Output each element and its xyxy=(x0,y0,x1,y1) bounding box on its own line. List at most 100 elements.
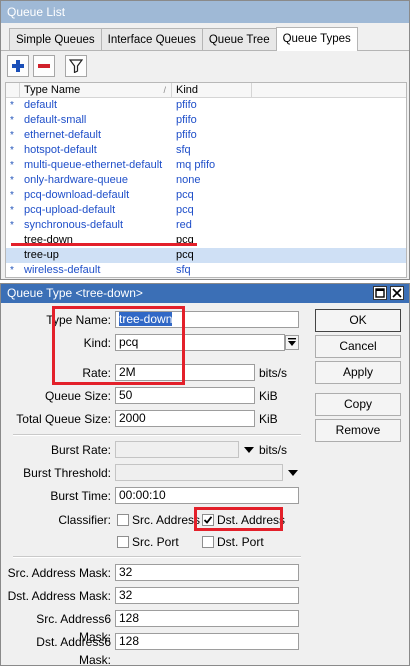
close-button[interactable] xyxy=(390,286,404,300)
table-row[interactable]: * only-hardware-queue none xyxy=(6,173,406,188)
column-header-label: Type Name xyxy=(24,84,81,96)
kind-cell: pcq xyxy=(176,189,194,201)
dst-port-label: Dst. Port xyxy=(217,535,264,549)
table-row[interactable]: * ethernet-default pfifo xyxy=(6,128,406,143)
column-header-type-name[interactable]: Type Name / xyxy=(20,83,172,98)
queue-size-unit: KiB xyxy=(259,389,278,403)
copy-button[interactable]: Copy xyxy=(315,393,401,416)
table-row[interactable]: * pcq-download-default pcq xyxy=(6,188,406,203)
kind-cell: pcq xyxy=(176,249,194,261)
burst-rate-dropdown-icon[interactable] xyxy=(244,447,254,453)
queue-types-table: Type Name / Kind * default pfifo * defau… xyxy=(5,82,407,278)
type-name-cell: ethernet-default xyxy=(24,129,102,141)
burst-rate-unit: bits/s xyxy=(259,443,288,457)
dst-port-checkbox[interactable] xyxy=(202,536,214,548)
type-name-cell: hotspot-default xyxy=(24,144,97,156)
table-header: Type Name / Kind xyxy=(6,83,406,98)
apply-button[interactable]: Apply xyxy=(315,361,401,384)
kind-cell: red xyxy=(176,219,192,231)
type-name-cell: pcq-download-default xyxy=(24,189,130,201)
kind-cell: pcq xyxy=(176,204,194,216)
dynamic-flag: * xyxy=(10,190,14,201)
table-row[interactable]: * pcq-upload-default pcq xyxy=(6,203,406,218)
plus-icon xyxy=(12,60,24,72)
dst-address-mask-label: Dst. Address Mask: xyxy=(7,589,111,603)
kind-dropdown-button[interactable] xyxy=(285,335,299,350)
column-header-kind[interactable]: Kind xyxy=(172,83,252,98)
burst-rate-input[interactable] xyxy=(115,441,239,458)
maximize-button[interactable] xyxy=(373,286,387,300)
dynamic-flag: * xyxy=(10,220,14,231)
dynamic-flag: * xyxy=(10,265,14,276)
table-row[interactable]: * synchronous-default red xyxy=(6,218,406,233)
dst-address6-mask-label: Dst. Address6 Mask: xyxy=(36,635,111,666)
tab-queue-types[interactable]: Queue Types xyxy=(275,27,358,51)
tab-queue-tree[interactable]: Queue Tree xyxy=(201,28,277,51)
table-row[interactable]: * wireless-default sfq xyxy=(6,263,406,277)
table-row-tree-up-selected[interactable]: tree-up pcq xyxy=(6,248,406,263)
close-icon xyxy=(392,288,402,298)
table-row[interactable]: * default pfifo xyxy=(6,98,406,113)
type-name-cell: synchronous-default xyxy=(24,219,124,231)
type-name-cell: default-small xyxy=(24,114,87,126)
ok-button[interactable]: OK xyxy=(315,309,401,332)
add-button[interactable] xyxy=(7,55,29,77)
highlight-underline xyxy=(11,243,197,246)
total-queue-size-label: Total Queue Size: xyxy=(16,412,111,426)
queue-type-dialog: Queue Type <tree-down> Type Name: tree-d… xyxy=(0,283,410,666)
cancel-button[interactable]: Cancel xyxy=(315,335,401,358)
src-address6-mask-input[interactable]: 128 xyxy=(115,610,299,627)
kind-cell: sfq xyxy=(176,264,191,276)
type-name-cell: pcq-upload-default xyxy=(24,204,116,216)
src-port-label: Src. Port xyxy=(132,535,179,549)
remove-button[interactable]: Remove xyxy=(315,419,401,442)
total-queue-size-input[interactable]: 2000 xyxy=(115,410,255,427)
total-queue-size-unit: KiB xyxy=(259,412,278,426)
chevron-down-icon xyxy=(288,338,296,346)
kind-cell: pfifo xyxy=(176,99,197,111)
burst-threshold-dropdown-icon[interactable] xyxy=(288,470,298,476)
dst-address-mask-input[interactable]: 32 xyxy=(115,587,299,604)
toolbar xyxy=(7,55,87,77)
classifier-label: Classifier: xyxy=(58,513,111,527)
highlight-box-name-kind-rate xyxy=(52,306,185,385)
filter-button[interactable] xyxy=(65,55,87,77)
kind-cell: none xyxy=(176,174,201,186)
tab-simple-queues[interactable]: Simple Queues xyxy=(9,28,102,51)
type-name-cell: multi-queue-ethernet-default xyxy=(24,159,163,171)
queue-size-input[interactable]: 50 xyxy=(115,387,255,404)
column-header-filler xyxy=(252,83,406,98)
src-address-label: Src. Address xyxy=(132,513,201,527)
maximize-icon xyxy=(375,288,385,298)
tab-interface-queues[interactable]: Interface Queues xyxy=(100,28,203,51)
type-name-cell: wireless-default xyxy=(24,264,101,276)
remove-button[interactable] xyxy=(33,55,55,77)
src-address-checkbox[interactable] xyxy=(117,514,129,526)
dynamic-flag: * xyxy=(10,100,14,111)
type-name-cell: default xyxy=(24,99,58,111)
dynamic-flag xyxy=(6,248,20,263)
dynamic-flag: * xyxy=(10,160,14,171)
queue-list-title: Queue List xyxy=(1,1,409,23)
rate-unit: bits/s xyxy=(259,366,288,380)
dynamic-flag: * xyxy=(10,175,14,186)
highlight-box-dst-address xyxy=(194,507,283,531)
src-port-checkbox[interactable] xyxy=(117,536,129,548)
dst-address6-mask-input[interactable]: 128 xyxy=(115,633,299,650)
filter-icon xyxy=(69,59,83,73)
tab-strip: Simple Queues Interface Queues Queue Tre… xyxy=(9,27,358,51)
table-row[interactable]: * hotspot-default sfq xyxy=(6,143,406,158)
kind-cell: pfifo xyxy=(176,129,197,141)
sort-indicator-icon: / xyxy=(163,85,166,95)
src-address-mask-input[interactable]: 32 xyxy=(115,564,299,581)
burst-threshold-input[interactable] xyxy=(115,464,283,481)
table-row[interactable]: * multi-queue-ethernet-default mq pfifo xyxy=(6,158,406,173)
column-header-flags[interactable] xyxy=(6,83,20,98)
dynamic-flag: * xyxy=(10,130,14,141)
table-row[interactable]: * default-small pfifo xyxy=(6,113,406,128)
kind-cell: sfq xyxy=(176,144,191,156)
minus-icon xyxy=(38,64,50,68)
burst-time-input[interactable]: 00:00:10 xyxy=(115,487,299,504)
queue-list-window: Queue List Simple Queues Interface Queue… xyxy=(0,0,410,280)
type-name-cell: tree-up xyxy=(24,249,59,261)
